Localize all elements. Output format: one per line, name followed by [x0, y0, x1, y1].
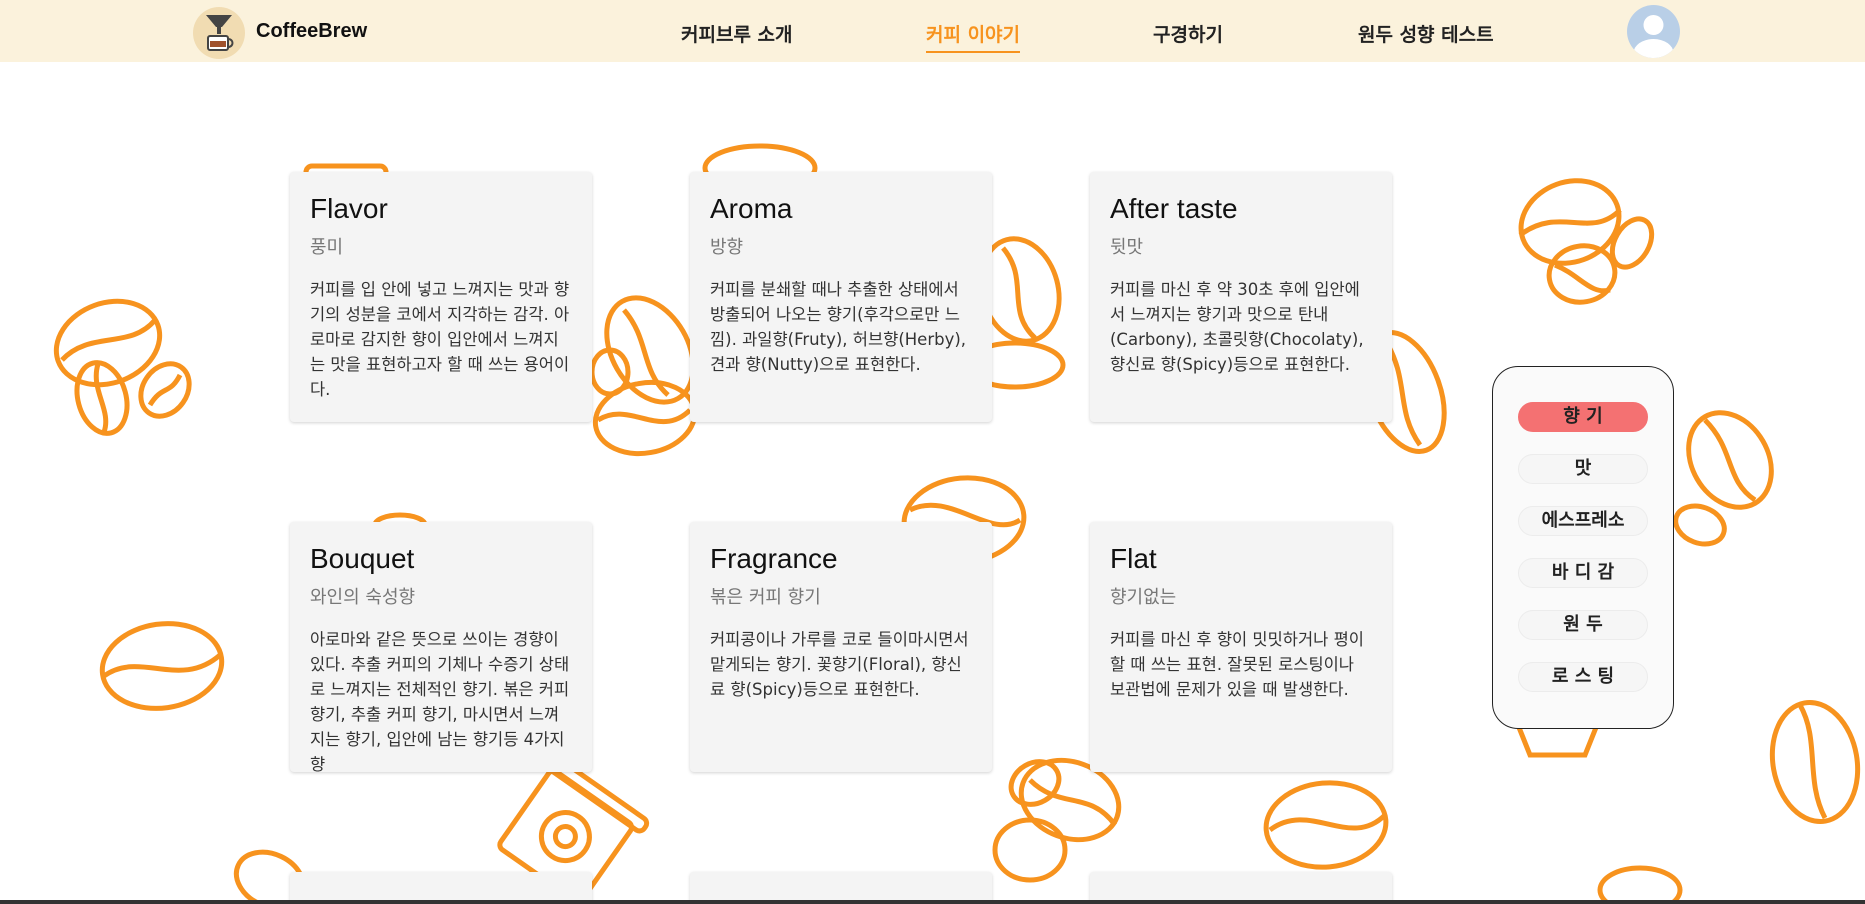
card-subtitle: 풍미	[310, 236, 344, 258]
menu-roasting[interactable]: 로 스 팅	[1518, 662, 1648, 692]
menu-taste[interactable]: 맛	[1518, 454, 1648, 484]
top-header: CoffeeBrew 커피브루 소개 커피 이야기 구경하기 원두 성향 테스트	[0, 0, 1865, 62]
card-description: 커피를 입 안에 넣고 느껴지는 맛과 향기의 성분을 코에서 지각하는 감각.…	[310, 279, 570, 399]
term-card[interactable]: Flavor 풍미 커피를 입 안에 넣고 느껴지는 맛과 향기의 성분을 코에…	[290, 172, 592, 422]
card-subtitle: 향기없는	[1110, 586, 1177, 608]
card-subtitle: 와인의 숙성향	[310, 586, 416, 608]
card-title: Flavor	[310, 193, 388, 224]
user-avatar-icon[interactable]	[1627, 5, 1680, 58]
card-title: Bouquet	[310, 543, 415, 574]
nav-about[interactable]: 커피브루 소개	[681, 20, 793, 47]
card-title: Flat	[1110, 543, 1157, 574]
menu-espresso[interactable]: 에스프레소	[1518, 506, 1648, 536]
term-card[interactable]: After taste 뒷맛 커피를 마신 후 약 30초 후에 입안에서 느껴…	[1090, 172, 1392, 422]
term-card[interactable]: Flat 향기없는 커피를 마신 후 향이 밋밋하거나 평이할 때 쓰는 표현.…	[1090, 522, 1392, 772]
card-subtitle: 볶은 커피 향기	[710, 586, 821, 608]
menu-body[interactable]: 바 디 감	[1518, 558, 1648, 588]
term-card[interactable]: Fragrance 볶은 커피 향기 커피콩이나 가루를 코로 들이마시면서 맡…	[690, 522, 992, 772]
card-description: 커피를 분쇄할 때나 추출한 상태에서 방출되어 나오는 향기(후각으로만 느낌…	[710, 279, 967, 374]
card-title: After taste	[1110, 193, 1238, 224]
card-description: 아로마와 같은 뜻으로 쓰이는 경향이 있다. 추출 커피의 기체나 수증기 상…	[310, 629, 570, 772]
card-description: 커피콩이나 가루를 코로 들이마시면서 맡게되는 향기. 꽃향기(Floral)…	[710, 629, 969, 699]
card-description: 커피를 마신 후 약 30초 후에 입안에서 느껴지는 향기과 맛으로 탄내(C…	[1110, 279, 1364, 374]
category-side-menu: 향 기 맛 에스프레소 바 디 감 원 두 로 스 팅	[1492, 366, 1674, 729]
card-subtitle: 방향	[710, 236, 744, 258]
nav-browse[interactable]: 구경하기	[1153, 20, 1223, 47]
nav-bean-test[interactable]: 원두 성향 테스트	[1358, 20, 1494, 47]
coffee-logo-icon[interactable]	[193, 7, 245, 59]
menu-aroma[interactable]: 향 기	[1518, 402, 1648, 432]
term-card[interactable]: Aroma 방향 커피를 분쇄할 때나 추출한 상태에서 방출되어 나오는 향기…	[690, 172, 992, 422]
brand-name[interactable]: CoffeeBrew	[256, 20, 367, 43]
menu-beans[interactable]: 원 두	[1518, 610, 1648, 640]
term-card[interactable]: Bouquet 와인의 숙성향 아로마와 같은 뜻으로 쓰이는 경향이 있다. …	[290, 522, 592, 772]
window-bottom-edge	[0, 900, 1865, 904]
nav-coffee-story[interactable]: 커피 이야기	[926, 20, 1021, 53]
card-subtitle: 뒷맛	[1110, 236, 1144, 258]
card-title: Aroma	[710, 193, 793, 224]
card-title: Fragrance	[710, 543, 838, 574]
card-description: 커피를 마신 후 향이 밋밋하거나 평이할 때 쓰는 표현. 잘못된 로스팅이나…	[1110, 629, 1364, 699]
